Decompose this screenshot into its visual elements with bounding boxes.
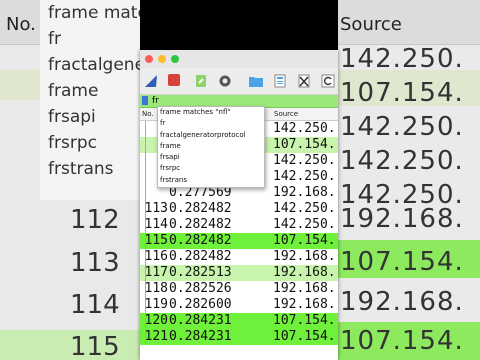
packet-number: 113 xyxy=(144,201,168,216)
main-toolbar xyxy=(140,68,338,95)
packet-row[interactable]: 117 0.282513 192.168. xyxy=(140,265,338,281)
background-left-panel: No. frame matches fr fractalgene frame f… xyxy=(0,0,140,360)
packet-row[interactable]: 119 0.282600 192.168. xyxy=(140,297,338,313)
column-header-no[interactable]: No. xyxy=(142,108,154,120)
stop-capture-icon[interactable] xyxy=(168,74,180,86)
packet-number: 118 xyxy=(144,281,168,296)
autocomplete-item[interactable]: frstrans xyxy=(158,175,264,186)
packet-time: 0.282513 xyxy=(169,265,232,280)
packet-number: 120 xyxy=(144,313,168,328)
packet-source: 142.250. xyxy=(273,121,336,136)
packet-source: 192.168. xyxy=(273,185,336,200)
packet-number: 119 xyxy=(144,297,168,312)
packet-row[interactable]: 113 0.282482 142.250. xyxy=(140,201,338,217)
packet-time: 0.282482 xyxy=(169,249,232,264)
packet-row[interactable]: 114 0.282482 142.250. xyxy=(140,217,338,233)
background-right-panel: Source 142.250. 107.154. 142.250. 142.25… xyxy=(338,0,480,360)
close-file-icon[interactable] xyxy=(297,73,311,88)
packet-time: 0.282482 xyxy=(169,233,232,248)
row-related-marker xyxy=(145,153,152,169)
column-header-source[interactable]: Source xyxy=(274,108,298,120)
packet-number: 115 xyxy=(144,233,168,248)
packet-source: 107.154. xyxy=(273,233,336,248)
packet-source: 142.250. xyxy=(273,153,336,168)
open-file-folder-icon[interactable] xyxy=(248,73,263,87)
autocomplete-item[interactable]: frsrpc xyxy=(158,163,264,174)
reload-file-icon[interactable] xyxy=(321,73,335,88)
packet-source: 107.154. xyxy=(273,329,336,344)
wireshark-window: fr No. Source 142.250. 107.154. 142.250. 14… xyxy=(140,50,338,360)
packet-source: 192.168. xyxy=(273,281,336,296)
packet-number: 121 xyxy=(144,329,168,344)
restart-capture-icon[interactable] xyxy=(194,73,208,87)
minimize-window-icon[interactable] xyxy=(158,55,166,63)
packet-row[interactable]: 115 0.282482 107.154. xyxy=(140,233,338,249)
packet-row[interactable]: 121 0.284231 107.154. xyxy=(140,329,338,345)
packet-number: 117 xyxy=(144,265,168,280)
row-related-marker xyxy=(145,185,152,201)
row-related-marker xyxy=(145,121,152,137)
autocomplete-item[interactable]: frame matches "nfl" xyxy=(158,107,264,118)
packet-row[interactable]: 118 0.282526 192.168. xyxy=(140,281,338,297)
packet-number: 114 xyxy=(144,217,168,232)
autocomplete-item[interactable]: frame xyxy=(158,141,264,152)
packet-source: 107.154. xyxy=(273,137,336,152)
shark-fin-start-icon[interactable] xyxy=(144,73,158,87)
autocomplete-item[interactable]: frsapi xyxy=(158,152,264,163)
bookmark-icon[interactable] xyxy=(142,96,148,105)
packet-time: 0.282526 xyxy=(169,281,232,296)
packet-time: 0.282600 xyxy=(169,297,232,312)
save-file-icon[interactable] xyxy=(273,73,287,88)
filter-autocomplete-dropdown: frame matches "nfl" fr fractalgeneratorp… xyxy=(157,106,265,188)
packet-source: 192.168. xyxy=(273,249,336,264)
packet-source: 142.250. xyxy=(273,217,336,232)
packet-time: 0.282482 xyxy=(169,201,232,216)
packet-source: 192.168. xyxy=(273,297,336,312)
capture-options-gear-icon[interactable] xyxy=(218,73,232,87)
row-related-marker xyxy=(145,169,152,185)
packet-number: 116 xyxy=(144,249,168,264)
close-window-icon[interactable] xyxy=(145,55,153,63)
packet-time: 0.284231 xyxy=(169,313,232,328)
packet-source: 142.250. xyxy=(273,201,336,216)
packet-source: 192.168. xyxy=(273,265,336,280)
packet-source: 142.250. xyxy=(273,169,336,184)
packet-source: 107.154. xyxy=(273,313,336,328)
background-autocomplete-menu: frame matches fr fractalgene frame frsap… xyxy=(40,0,140,200)
packet-time: 0.284231 xyxy=(169,329,232,344)
packet-row[interactable]: 120 0.284231 107.154. xyxy=(140,313,338,329)
row-related-marker xyxy=(145,137,152,153)
autocomplete-item[interactable]: fr xyxy=(158,118,264,129)
autocomplete-item[interactable]: fractalgeneratorprotocol xyxy=(158,130,264,141)
packet-row[interactable]: 116 0.282482 192.168. xyxy=(140,249,338,265)
zoom-window-icon[interactable] xyxy=(171,55,179,63)
background-source-header: Source xyxy=(338,0,480,45)
packet-time: 0.282482 xyxy=(169,217,232,232)
title-bar xyxy=(140,50,338,68)
